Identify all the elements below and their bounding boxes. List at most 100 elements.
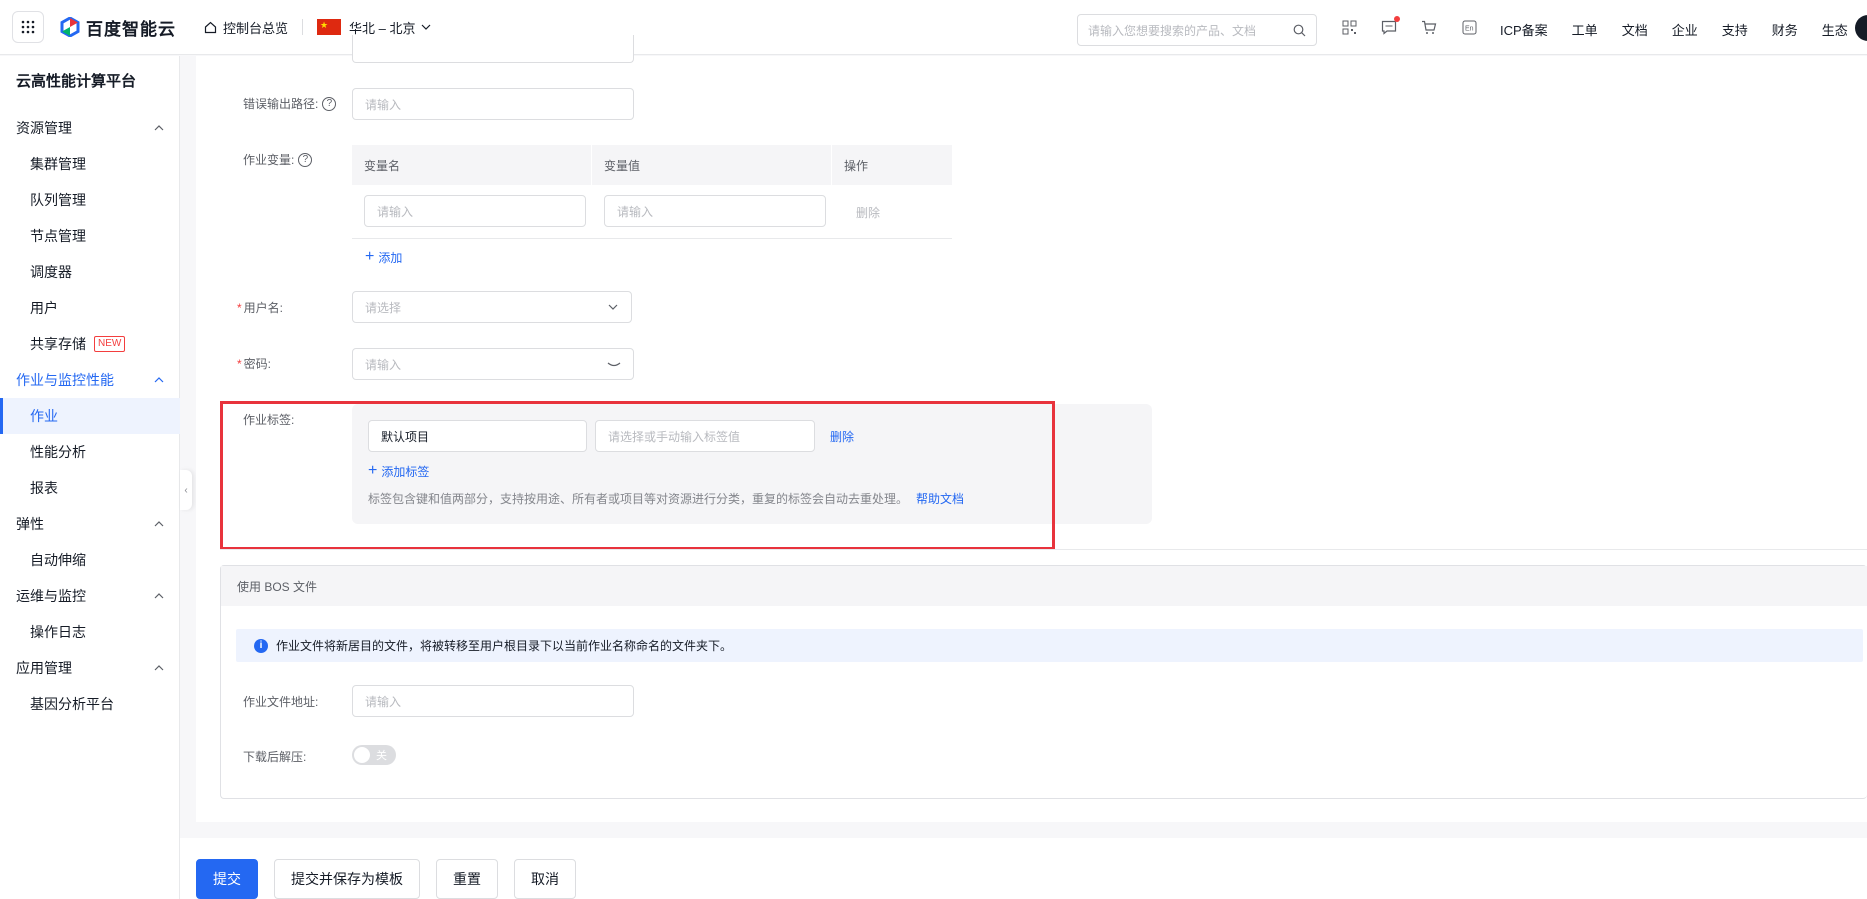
- console-home-link[interactable]: 控制台总览: [204, 18, 288, 37]
- ecosystem-link[interactable]: 生态: [1822, 20, 1848, 39]
- chevron-up-icon: [154, 377, 164, 383]
- qrcode-icon[interactable]: [1340, 18, 1358, 36]
- sidebar-item-oplog[interactable]: 操作日志: [30, 622, 86, 642]
- sidebar-group-label: 应用管理: [16, 660, 72, 676]
- chevron-up-icon: [154, 125, 164, 131]
- sidebar-group-elastic[interactable]: 弹性: [16, 514, 164, 534]
- sidebar-item-label: 基因分析平台: [30, 696, 114, 712]
- sidebar-group-job-monitor[interactable]: 作业与监控性能: [16, 370, 164, 390]
- brand-logo[interactable]: 百度智能云: [60, 15, 176, 40]
- support-link[interactable]: 支持: [1722, 20, 1748, 39]
- sidebar-item-label: 自动伸缩: [30, 552, 86, 568]
- region-selector[interactable]: 华北 – 北京: [317, 18, 431, 37]
- cart-icon[interactable]: [1420, 18, 1438, 36]
- sidebar-item-cluster[interactable]: 集群管理: [30, 154, 86, 174]
- help-icon[interactable]: ?: [322, 96, 337, 111]
- sidebar-item-gene[interactable]: 基因分析平台: [30, 694, 114, 714]
- sidebar-item-storage[interactable]: 共享存储 NEW: [30, 334, 126, 354]
- sidebar-item-job[interactable]: 作业: [0, 398, 180, 434]
- finance-link[interactable]: 财务: [1772, 20, 1798, 39]
- footer-bar: [180, 838, 1867, 899]
- err-path-input[interactable]: 请输入: [352, 88, 634, 120]
- table-row: 请输入 请输入 删除: [352, 185, 952, 239]
- previous-field-input[interactable]: [352, 35, 634, 63]
- vars-table: 变量名 变量值 操作 请输入 请输入 删除: [352, 145, 952, 239]
- sidebar-item-autoscale[interactable]: 自动伸缩: [30, 550, 86, 570]
- sidebar: 云高性能计算平台 资源管理 集群管理 队列管理 节点管理 调度器 用户 共享存储…: [0, 56, 180, 899]
- reset-button[interactable]: 重置: [436, 859, 498, 899]
- password-input[interactable]: 请输入: [352, 348, 634, 380]
- vars-table-header: 变量名 变量值 操作: [352, 145, 952, 185]
- chevron-up-icon: [154, 593, 164, 599]
- docs-link[interactable]: 文档: [1622, 20, 1648, 39]
- info-icon: i: [254, 638, 268, 653]
- message-icon[interactable]: [1380, 16, 1400, 36]
- username-select[interactable]: 请选择: [352, 291, 632, 323]
- top-icon-group: En: [1340, 16, 1478, 36]
- sidebar-title: 云高性能计算平台: [16, 73, 137, 90]
- sidebar-item-label: 共享存储: [30, 336, 86, 352]
- top-links: ICP备案 工单 文档 企业 支持 财务 生态: [1500, 20, 1848, 39]
- brand-name: 百度智能云: [86, 19, 176, 39]
- chevron-down-icon: [422, 24, 431, 30]
- var-add-button[interactable]: + 添加: [365, 248, 402, 266]
- eye-closed-icon[interactable]: [607, 358, 621, 370]
- password-label: * 密码:: [237, 355, 271, 372]
- file-path-label-text: 作业文件地址:: [243, 695, 319, 709]
- notification-dot: [1394, 16, 1400, 22]
- password-label-text: 密码:: [243, 357, 272, 371]
- info-text: 作业文件将新居目的文件，将被转移至用户根目录下以当前作业名称命名的文件夹下。: [276, 639, 733, 653]
- var-name-placeholder: 请输入: [377, 204, 414, 219]
- sidebar-item-label: 集群管理: [30, 156, 86, 172]
- var-name-input[interactable]: 请输入: [364, 195, 586, 227]
- sidebar-group-resource[interactable]: 资源管理: [16, 118, 164, 138]
- sidebar-group-label: 作业与监控性能: [16, 372, 114, 388]
- required-mark: *: [237, 356, 242, 371]
- sidebar-group-label: 运维与监控: [16, 588, 86, 604]
- err-path-label: 错误输出路径: ?: [243, 95, 337, 112]
- column-header: 操作: [844, 158, 869, 173]
- sidebar-item-queue[interactable]: 队列管理: [30, 190, 86, 210]
- bos-panel-header[interactable]: 使用 BOS 文件: [221, 566, 1867, 606]
- sidebar-item-perf[interactable]: 性能分析: [30, 442, 86, 462]
- enterprise-link[interactable]: 企业: [1672, 20, 1698, 39]
- sidebar-item-label: 节点管理: [30, 228, 86, 244]
- apps-grid-button[interactable]: [12, 11, 44, 43]
- sidebar-group-label: 弹性: [16, 516, 44, 532]
- sidebar-item-report[interactable]: 报表: [30, 478, 58, 498]
- sidebar-item-label: 操作日志: [30, 624, 86, 640]
- sidebar-item-label: 调度器: [30, 264, 72, 280]
- sidebar-group-ops[interactable]: 运维与监控: [16, 586, 164, 606]
- sidebar-item-node[interactable]: 节点管理: [30, 226, 86, 246]
- ticket-link[interactable]: 工单: [1572, 20, 1598, 39]
- sidebar-item-label: 作业: [30, 408, 58, 424]
- logo-icon: [60, 17, 80, 37]
- sidebar-item-user[interactable]: 用户: [30, 298, 58, 318]
- column-header: 变量值: [592, 145, 832, 185]
- password-placeholder: 请输入: [365, 357, 402, 372]
- vars-label: 作业变量: ?: [243, 151, 313, 168]
- var-delete-button[interactable]: 删除: [856, 204, 880, 221]
- help-icon[interactable]: ?: [298, 152, 313, 167]
- language-icon[interactable]: En: [1460, 18, 1478, 36]
- global-search-input[interactable]: 请输入您想要搜索的产品、文档: [1077, 14, 1317, 46]
- divider: [302, 19, 304, 35]
- new-badge: NEW: [94, 336, 126, 352]
- bos-title: 使用 BOS 文件: [237, 579, 318, 594]
- var-value-input[interactable]: 请输入: [604, 195, 826, 227]
- search-icon[interactable]: [1293, 24, 1306, 37]
- sidebar-collapse-handle[interactable]: ‹: [180, 470, 192, 510]
- home-icon: [204, 21, 217, 33]
- sidebar-item-scheduler[interactable]: 调度器: [30, 262, 72, 282]
- submit-button[interactable]: 提交: [196, 859, 258, 899]
- icp-link[interactable]: ICP备案: [1500, 20, 1548, 39]
- toggle-text: 关: [376, 750, 387, 762]
- cancel-button[interactable]: 取消: [514, 859, 576, 899]
- var-add-label: 添加: [378, 250, 403, 265]
- unzip-toggle[interactable]: 关: [352, 745, 396, 765]
- highlight-box: [220, 401, 1055, 550]
- sidebar-group-label: 资源管理: [16, 120, 72, 136]
- submit-save-template-button[interactable]: 提交并保存为模板: [274, 859, 420, 899]
- file-path-input[interactable]: 请输入: [352, 685, 634, 717]
- sidebar-group-app[interactable]: 应用管理: [16, 658, 164, 678]
